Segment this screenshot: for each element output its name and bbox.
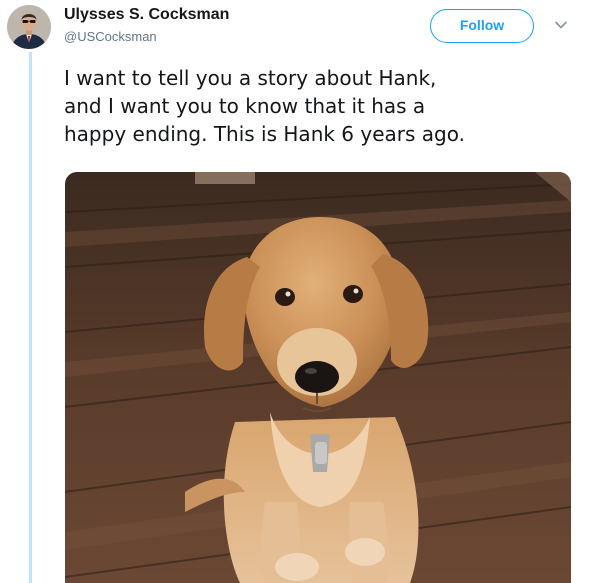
avatar[interactable] [7, 5, 51, 49]
author-handle[interactable]: @USCocksman [64, 29, 157, 44]
tweet-text-line: happy ending. This is Hank 6 years ago. [64, 122, 465, 146]
tweet-text: I want to tell you a story about Hank, a… [64, 64, 584, 148]
thread-line [29, 52, 32, 583]
chevron-down-icon[interactable] [552, 16, 570, 34]
tweet-text-line: and I want you to know that it has a [64, 94, 426, 118]
tweet-card: Ulysses S. Cocksman @USCocksman Follow I… [0, 0, 600, 583]
author-display-name[interactable]: Ulysses S. Cocksman [64, 6, 229, 24]
tweet-photo[interactable] [65, 172, 571, 583]
tweet-text-line: I want to tell you a story about Hank, [64, 66, 437, 90]
follow-button[interactable]: Follow [430, 9, 534, 43]
